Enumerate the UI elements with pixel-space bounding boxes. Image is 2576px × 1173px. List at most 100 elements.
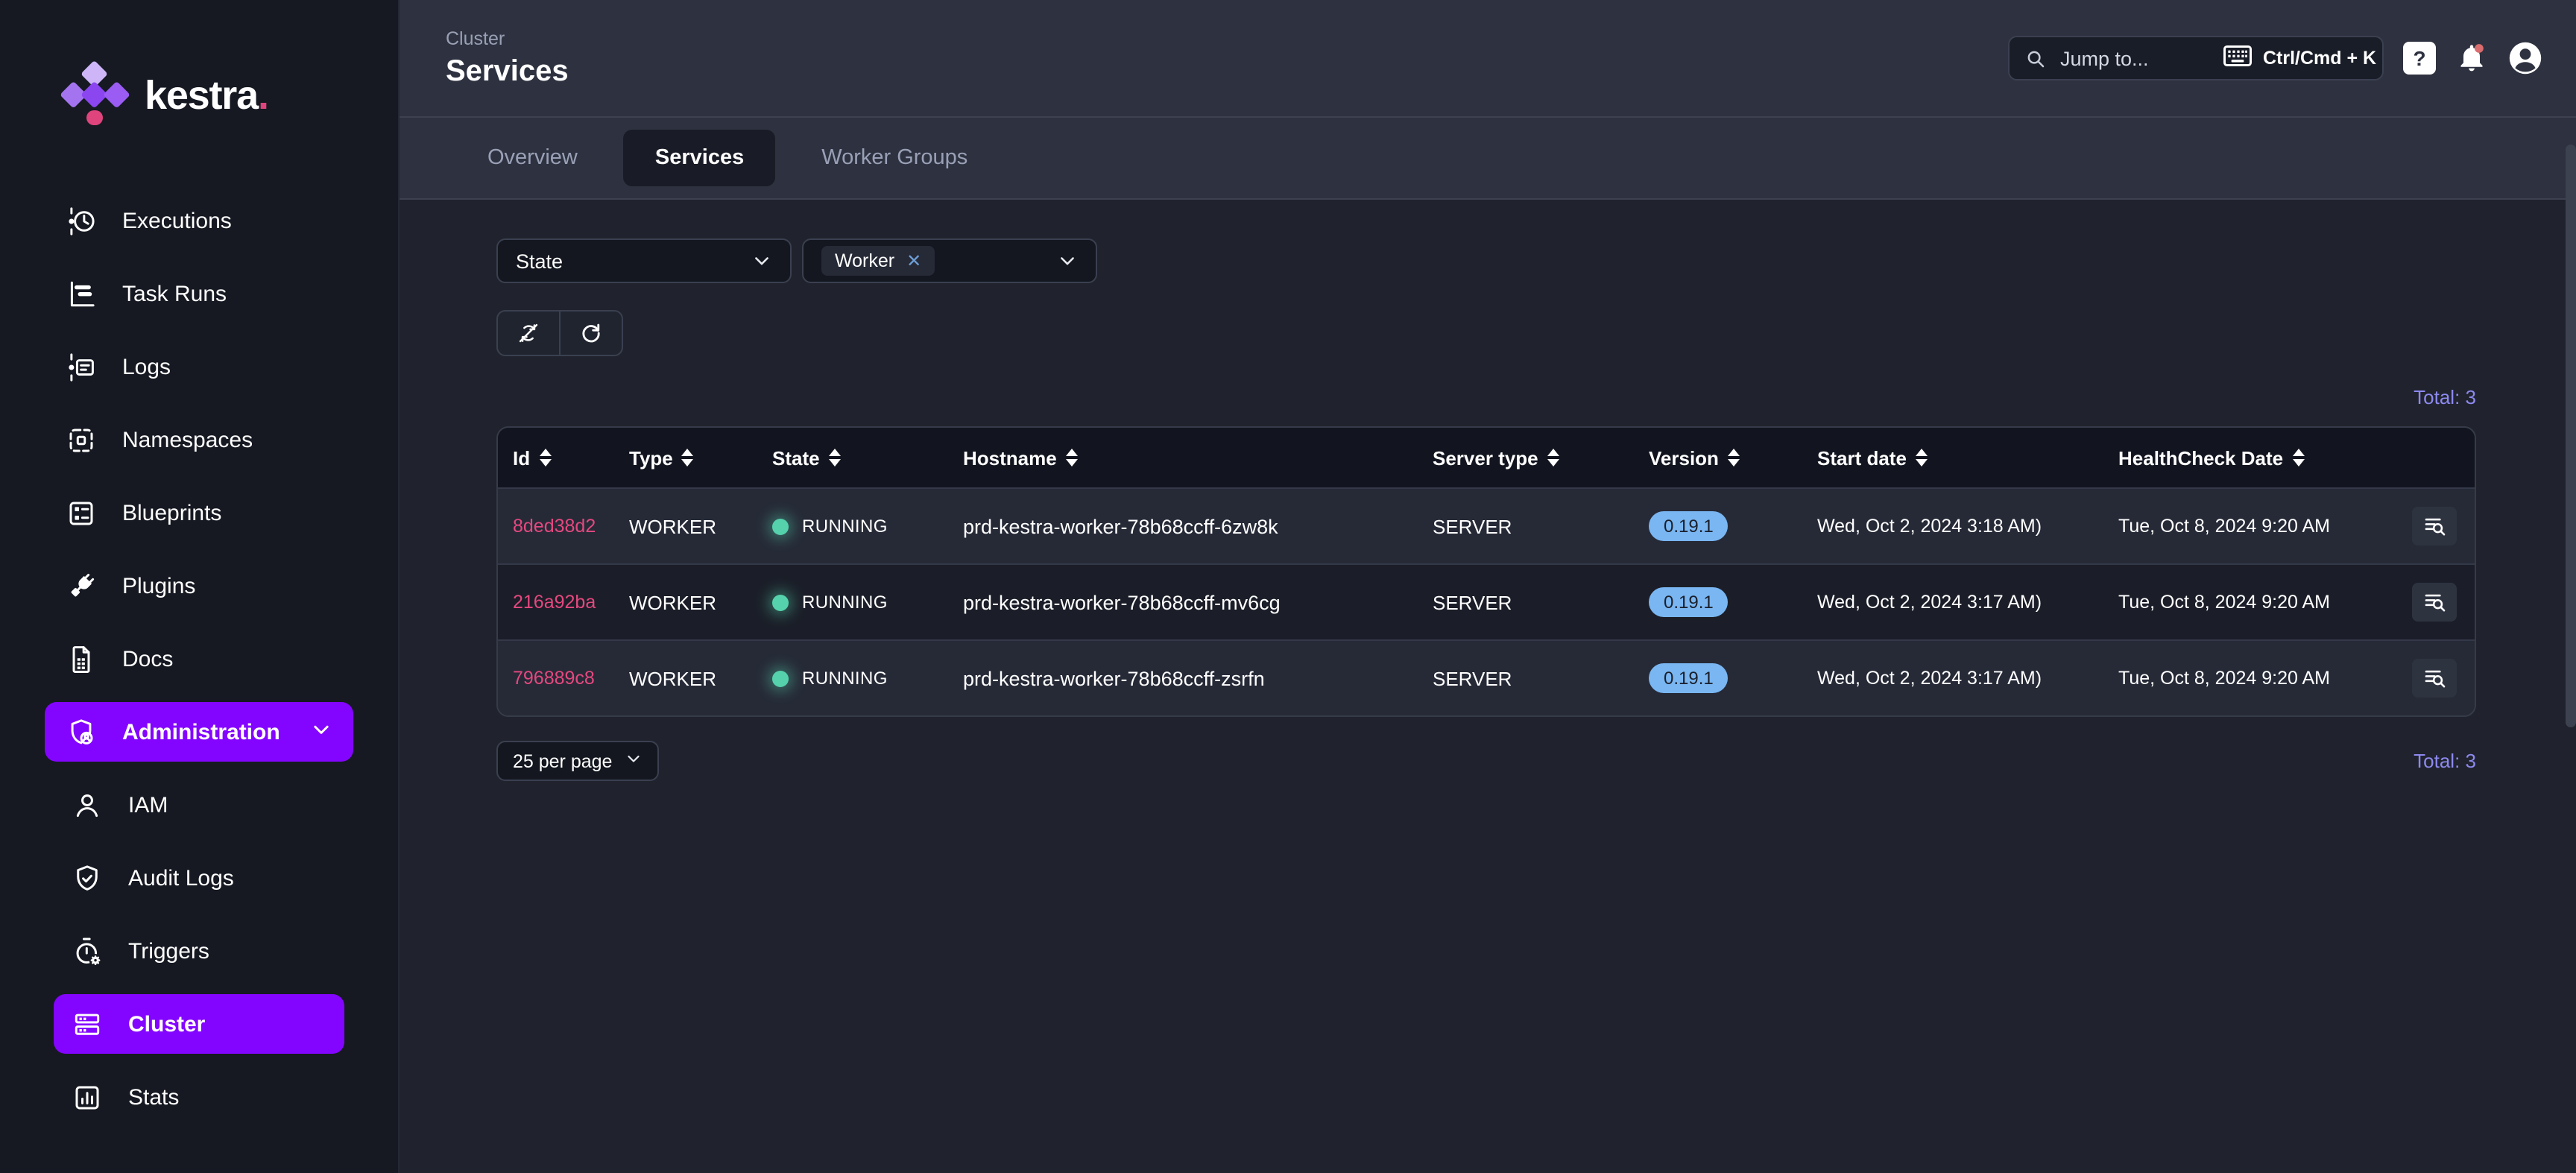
sidebar-item-label: Blueprints [122, 500, 221, 525]
table-row: 796889c8 WORKER RUNNING prd-kestra-worke… [498, 639, 2475, 715]
remove-tag-icon[interactable]: ✕ [906, 252, 921, 270]
top-header: Cluster Services Ctrl/Cmd + K [400, 0, 2576, 116]
chart-box-icon [72, 1081, 103, 1113]
column-header-version[interactable]: Version [1649, 446, 1817, 469]
text-search-icon [2422, 513, 2447, 539]
content-area: State Worker ✕ [400, 200, 2576, 781]
service-hostname: prd-kestra-worker-78b68ccff-6zw8k [963, 515, 1433, 537]
service-hostname: prd-kestra-worker-78b68ccff-mv6cg [963, 591, 1433, 613]
kestra-app: Cluster Services Ctrl/Cmd + K [0, 0, 2576, 1173]
file-document-icon [66, 643, 97, 674]
service-id-link[interactable]: 216a92ba [498, 592, 629, 613]
column-header-healthcheck-date[interactable]: HealthCheck Date [2118, 446, 2412, 469]
sidebar-item-task-runs[interactable]: Task Runs [45, 264, 353, 323]
sidebar-item-triggers[interactable]: Triggers [54, 921, 344, 981]
sidebar-item-docs[interactable]: Docs [45, 629, 353, 689]
refresh-button[interactable] [559, 310, 623, 356]
timer-cog-icon [72, 935, 103, 967]
sidebar-item-logs[interactable]: Logs [45, 337, 353, 396]
column-header-state[interactable]: State [772, 446, 963, 469]
chevron-down-icon [1057, 250, 1078, 271]
service-server-type: SERVER [1433, 591, 1649, 613]
tab-worker-groups[interactable]: Worker Groups [790, 130, 999, 186]
notifications-button[interactable] [2455, 42, 2488, 75]
timeline-text-icon [66, 351, 97, 382]
service-id-link[interactable]: 8ded38d2 [498, 516, 629, 537]
column-header-start-date[interactable]: Start date [1817, 446, 2118, 469]
sort-icon [1066, 449, 1078, 467]
sidebar-nav: Executions Task Runs Logs Namespaces Blu… [0, 191, 398, 1127]
jump-to-search[interactable]: Ctrl/Cmd + K [2008, 36, 2384, 80]
search-shortcut: Ctrl/Cmd + K [2223, 45, 2376, 72]
filters: State Worker ✕ [496, 238, 2476, 283]
column-header-hostname[interactable]: Hostname [963, 446, 1433, 469]
kestra-logo-icon [61, 62, 128, 129]
version-badge: 0.19.1 [1649, 511, 1729, 541]
user-menu-button[interactable] [2507, 40, 2543, 76]
service-state: RUNNING [772, 592, 963, 613]
sidebar-item-cluster[interactable]: Cluster [54, 994, 344, 1054]
service-id-link[interactable]: 796889c8 [498, 668, 629, 689]
total-count-bottom: Total: 3 [2414, 750, 2476, 772]
view-logs-button[interactable] [2412, 507, 2457, 546]
per-page-select[interactable]: 25 per page [496, 741, 658, 781]
server-icon [72, 1008, 103, 1040]
sidebar-item-blueprints[interactable]: Blueprints [45, 483, 353, 543]
account-icon [2507, 40, 2543, 76]
kestra-logo[interactable]: kestra. [0, 0, 398, 191]
shortcut-label: Ctrl/Cmd + K [2263, 48, 2376, 69]
tab-overview[interactable]: Overview [456, 130, 609, 186]
service-start-date: Wed, Oct 2, 2024 3:17 AM) [1817, 668, 2118, 689]
scrollbar-thumb[interactable] [2566, 145, 2576, 727]
sidebar-item-executions[interactable]: Executions [45, 191, 353, 250]
sort-icon [1916, 449, 1928, 467]
sort-icon [829, 449, 841, 467]
worker-filter-select[interactable]: Worker ✕ [802, 238, 1097, 283]
view-logs-button[interactable] [2412, 659, 2457, 698]
sidebar-item-iam[interactable]: IAM [54, 775, 344, 835]
column-header-server-type[interactable]: Server type [1433, 446, 1649, 469]
sort-icon [2292, 449, 2304, 467]
help-button[interactable]: ? [2403, 42, 2436, 75]
service-version: 0.19.1 [1649, 663, 1817, 693]
column-header-id[interactable]: Id [498, 446, 629, 469]
service-type: WORKER [629, 515, 772, 537]
power-plug-icon [66, 570, 97, 601]
help-icon: ? [2413, 46, 2425, 70]
table-header-row: Id Type State Hostname Server type Versi… [498, 428, 2475, 487]
service-type: WORKER [629, 591, 772, 613]
sidebar-item-label: IAM [128, 792, 168, 818]
text-search-icon [2422, 665, 2447, 691]
sidebar-item-label: Administration [122, 719, 280, 744]
per-page-label: 25 per page [513, 750, 612, 771]
view-logs-button[interactable] [2412, 583, 2457, 622]
state-filter-select[interactable]: State [496, 238, 792, 283]
auto-refresh-off-button[interactable] [496, 310, 561, 356]
sidebar-item-namespaces[interactable]: Namespaces [45, 410, 353, 469]
sidebar-item-label: Cluster [128, 1011, 205, 1037]
service-healthcheck-date: Tue, Oct 8, 2024 9:20 AM [2118, 516, 2412, 537]
sidebar-item-label: Logs [122, 354, 171, 379]
service-hostname: prd-kestra-worker-78b68ccff-zsrfn [963, 667, 1433, 689]
sidebar-item-label: Executions [122, 208, 232, 233]
service-version: 0.19.1 [1649, 587, 1817, 617]
tab-services[interactable]: Services [624, 130, 775, 186]
service-server-type: SERVER [1433, 667, 1649, 689]
sync-off-icon [516, 320, 541, 346]
table-actions [496, 310, 2476, 356]
table-row: 8ded38d2 WORKER RUNNING prd-kestra-worke… [498, 487, 2475, 563]
version-badge: 0.19.1 [1649, 587, 1729, 617]
running-dot-icon [772, 518, 789, 534]
sidebar-item-administration[interactable]: Administration [45, 702, 353, 762]
sidebar-item-audit-logs[interactable]: Audit Logs [54, 848, 344, 908]
service-start-date: Wed, Oct 2, 2024 3:18 AM) [1817, 516, 2118, 537]
title-block: Cluster Services [446, 28, 569, 89]
column-header-type[interactable]: Type [629, 446, 772, 469]
running-dot-icon [772, 670, 789, 686]
jump-to-input[interactable] [2057, 45, 2212, 71]
refresh-icon [578, 320, 604, 346]
sidebar-item-plugins[interactable]: Plugins [45, 556, 353, 616]
sidebar-item-stats[interactable]: Stats [54, 1067, 344, 1127]
account-outline-icon [72, 789, 103, 821]
sort-icon [539, 449, 551, 467]
